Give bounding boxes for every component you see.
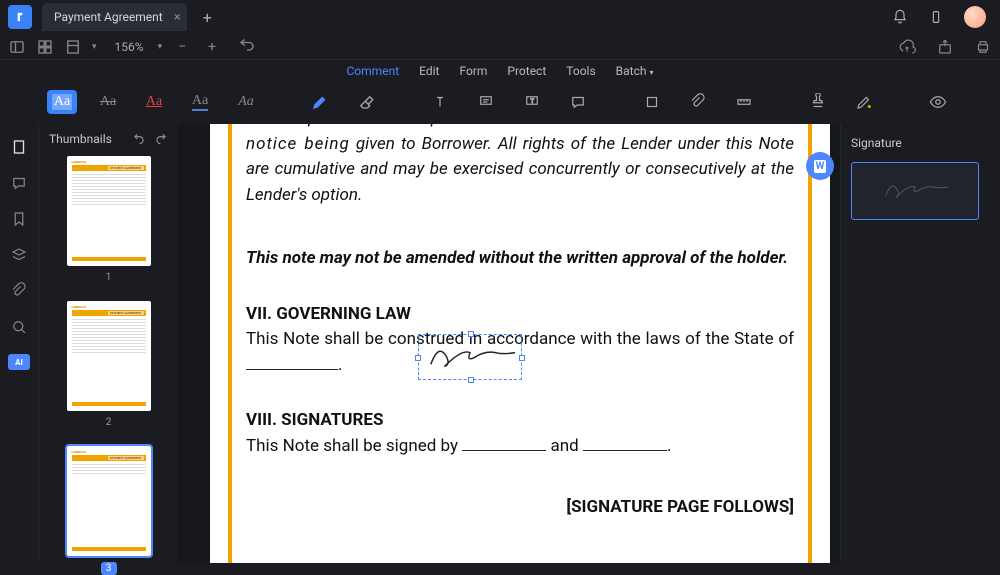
doc-paragraph: insist upon strict compliance with the t… — [246, 124, 794, 208]
thumbnails-rail-icon[interactable] — [10, 138, 28, 156]
marker-tool[interactable] — [305, 90, 335, 114]
section-7-title: VII. GOVERNING LAW — [246, 304, 411, 324]
section-8-title: VIII. SIGNATURES — [246, 410, 383, 430]
signature-preview[interactable] — [851, 162, 979, 220]
app-logo-icon[interactable] — [8, 5, 32, 29]
menu-edit[interactable]: Edit — [419, 64, 439, 78]
ai-rail-icon[interactable]: AI — [8, 354, 30, 370]
tab-title: Payment Agreement — [54, 10, 163, 24]
section-8-body: This Note shall be signed by and . — [246, 434, 794, 460]
resize-handle-bottom[interactable] — [468, 377, 474, 383]
bookmarks-rail-icon[interactable] — [10, 210, 28, 228]
signature-annotation[interactable] — [418, 334, 522, 380]
left-rail: AI — [0, 124, 38, 563]
cloud-upload-icon[interactable] — [898, 38, 916, 56]
workspace: AI Thumbnails LARSEN CO.. . . . .PAYMENT… — [0, 124, 1000, 563]
menu-batch[interactable]: Batch ▾ — [616, 64, 654, 78]
menu-tools[interactable]: Tools — [566, 64, 595, 78]
attachments-rail-icon[interactable] — [10, 282, 28, 300]
grid-view-icon[interactable] — [36, 38, 54, 56]
zoom-in-button[interactable]: + — [202, 39, 222, 55]
shape-tool[interactable] — [637, 90, 667, 114]
add-tab-button[interactable]: + — [197, 6, 218, 29]
doc-amend-note: This note may not be amended without the… — [246, 246, 794, 272]
bell-icon[interactable] — [892, 9, 908, 25]
resize-handle-right[interactable] — [519, 355, 525, 361]
user-avatar[interactable] — [964, 6, 986, 28]
word-export-fab[interactable]: W — [806, 152, 834, 180]
device-icon[interactable] — [928, 9, 944, 25]
highlight-text-tool[interactable]: Aa — [47, 90, 77, 114]
thumbnails-title: Thumbnails — [49, 132, 112, 146]
zoom-out-button[interactable]: − — [172, 39, 192, 55]
thumbnail-page-2[interactable]: LARSEN CO.. . . . .PAYMENT AGREEMENT 2 — [67, 301, 151, 428]
eraser-tool[interactable] — [351, 90, 381, 114]
comment-toolbar: Aa Aa Aa Aa Aa T — [0, 86, 1000, 122]
strikethrough-tool[interactable]: Aa — [93, 90, 123, 114]
signature-panel: Signature — [840, 124, 1000, 563]
layout-dropdown-icon[interactable]: ▾ — [92, 42, 97, 52]
thumbnails-panel: Thumbnails LARSEN CO.. . . . .PAYMENT AG… — [38, 124, 178, 563]
rotate-right-icon[interactable] — [154, 132, 168, 146]
layers-rail-icon[interactable] — [10, 246, 28, 264]
comments-rail-icon[interactable] — [10, 174, 28, 192]
stamp-tool[interactable] — [803, 90, 833, 114]
document-tab[interactable]: Payment Agreement × — [42, 3, 187, 31]
resize-handle-left[interactable] — [415, 355, 421, 361]
tab-close-icon[interactable]: × — [174, 10, 181, 25]
titlebar: Payment Agreement × + — [0, 0, 1000, 34]
print-icon[interactable] — [974, 38, 992, 56]
undo-icon[interactable] — [238, 38, 256, 56]
resize-handle-top[interactable] — [468, 331, 474, 337]
underline-tool[interactable]: Aa — [139, 90, 169, 114]
textbox-tool[interactable] — [425, 90, 455, 114]
page-layout-icon[interactable] — [64, 38, 82, 56]
signature-panel-title: Signature — [851, 136, 990, 150]
wavy-underline-tool[interactable]: Aa — [185, 90, 215, 114]
document-canvas[interactable]: insist upon strict compliance with the t… — [178, 124, 840, 563]
signature-tool[interactable] — [849, 90, 879, 114]
note-tool[interactable] — [563, 90, 593, 114]
zoom-dropdown-icon[interactable]: ▾ — [158, 42, 163, 52]
thumbnail-page-3[interactable]: LARSEN CO.. . . . .PAYMENT AGREEMENT 3 — [67, 446, 151, 575]
thumb-num-2: 2 — [67, 417, 151, 428]
attachment-tool[interactable] — [683, 90, 713, 114]
main-menu: Comment Edit Form Protect Tools Batch ▾ — [0, 56, 1000, 86]
menu-protect[interactable]: Protect — [507, 64, 546, 78]
measure-tool[interactable] — [729, 90, 759, 114]
zoom-value[interactable]: 156% — [107, 40, 148, 54]
svg-text:T: T — [531, 98, 535, 105]
signature-page-follows: [SIGNATURE PAGE FOLLOWS] — [246, 495, 794, 521]
thumb-num-3: 3 — [101, 562, 117, 575]
thumbnail-page-1[interactable]: LARSEN CO.. . . . .PAYMENT AGREEMENT 1 — [67, 156, 151, 283]
menu-comment[interactable]: Comment — [347, 64, 400, 78]
sidebar-toggle-icon[interactable] — [8, 38, 26, 56]
search-rail-icon[interactable] — [10, 318, 28, 336]
menu-form[interactable]: Form — [459, 64, 487, 78]
rotate-left-icon[interactable] — [132, 132, 146, 146]
share-icon[interactable] — [936, 38, 954, 56]
replace-text-tool[interactable]: Aa — [231, 90, 261, 114]
callout-tool[interactable] — [471, 90, 501, 114]
preview-tool[interactable] — [923, 90, 953, 114]
thumb-num-1: 1 — [67, 272, 151, 283]
text-callout-tool[interactable]: T — [517, 90, 547, 114]
